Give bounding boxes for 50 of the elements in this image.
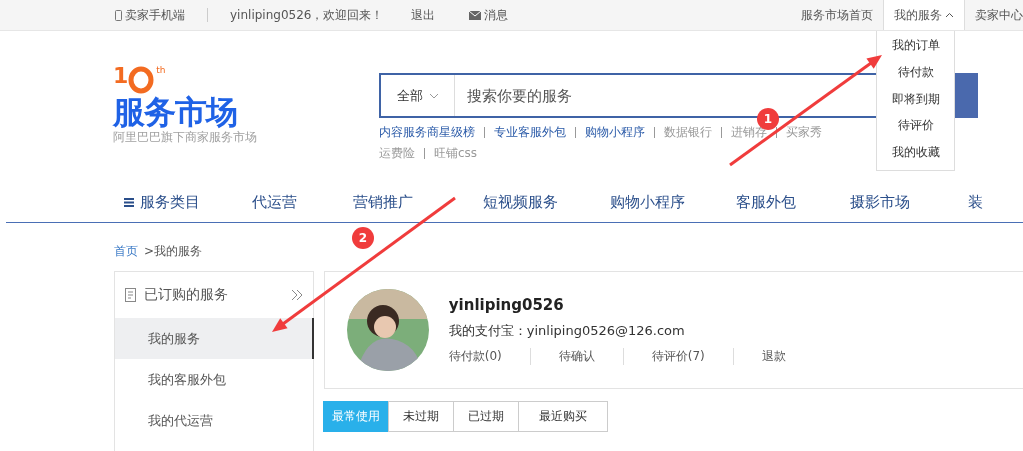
top-bar-link[interactable]: 卖家手机端 bbox=[115, 6, 185, 24]
mail-icon bbox=[469, 10, 482, 20]
nav-link[interactable]: 短视频服务 bbox=[482, 190, 610, 215]
menu-item[interactable]: 待付款 bbox=[897, 62, 934, 90]
sidebar-item[interactable]: 我的客服外包 bbox=[115, 359, 314, 400]
username: yinliping0526 bbox=[448, 295, 565, 314]
logo-text: 服务市场 bbox=[113, 95, 237, 129]
top-bar-link[interactable]: 我的服务 bbox=[883, 0, 965, 30]
top-bar-text[interactable]: 退出 bbox=[411, 6, 436, 24]
nav-link[interactable]: 服务类目 bbox=[124, 190, 252, 215]
tab[interactable]: 最近购买 bbox=[517, 401, 608, 432]
order-status-link[interactable]: 待评价(7) bbox=[622, 347, 733, 365]
menu-item[interactable]: 我的收藏 bbox=[891, 143, 940, 170]
tab[interactable]: 已过期 bbox=[452, 401, 519, 432]
order-status-link[interactable]: 退款 bbox=[732, 347, 814, 365]
breadcrumb-item[interactable]: 首页 bbox=[114, 243, 138, 271]
menu-item[interactable]: 即将到期 bbox=[891, 89, 940, 117]
top-bar-link[interactable]: 消息 bbox=[469, 6, 509, 24]
menu-item[interactable]: 我的订单 bbox=[891, 36, 940, 63]
nav-link[interactable]: 购物小程序 bbox=[609, 190, 737, 215]
chevron-down-icon bbox=[428, 92, 439, 99]
breadcrumb-item: >我的服务 bbox=[144, 243, 203, 260]
quick-link[interactable]: 专业客服外包 bbox=[494, 124, 566, 141]
logo-tagline: 阿里巴巴旗下商家服务市场 bbox=[113, 129, 258, 146]
top-bar-link[interactable]: 卖家中心 bbox=[965, 0, 1023, 30]
logo-ring-icon bbox=[128, 66, 155, 94]
sidebar-item[interactable]: 我的服务 bbox=[115, 318, 314, 359]
quick-link[interactable]: 内容服务商星级榜 bbox=[379, 124, 475, 141]
tab[interactable]: 未过期 bbox=[387, 401, 454, 432]
top-bar-text[interactable]: yinliping0526，欢迎回来！ bbox=[230, 6, 384, 24]
nav-link[interactable]: 装 bbox=[967, 190, 1023, 215]
step-number: 2 bbox=[352, 227, 374, 249]
alipay-account: 我的支付宝：yinliping0526@126.com bbox=[448, 321, 686, 340]
nav-link[interactable]: 代运营 bbox=[251, 190, 354, 215]
order-status-link[interactable]: 待确认 bbox=[529, 347, 623, 365]
quick-link[interactable]: 购物小程序 bbox=[585, 124, 645, 141]
logo-number: 1 bbox=[113, 65, 129, 87]
sidebar-title: 已订购的服务 bbox=[144, 286, 229, 304]
document-icon bbox=[125, 287, 138, 303]
top-bar-link[interactable]: 服务市场首页 bbox=[791, 0, 883, 30]
phone-icon bbox=[115, 9, 122, 21]
order-status-link[interactable]: 待付款(0) bbox=[448, 347, 530, 365]
nav-link[interactable]: 营销推广 bbox=[353, 190, 483, 215]
nav-link[interactable]: 客服外包 bbox=[736, 190, 851, 215]
menu-icon bbox=[124, 198, 134, 207]
logo-suffix: th bbox=[156, 65, 166, 75]
double-chevron-icon[interactable] bbox=[290, 289, 303, 301]
nav-link[interactable]: 摄影市场 bbox=[850, 190, 968, 215]
sidebar-item[interactable]: 我的代运营 bbox=[115, 400, 314, 441]
menu-item[interactable]: 待评价 bbox=[897, 116, 934, 144]
